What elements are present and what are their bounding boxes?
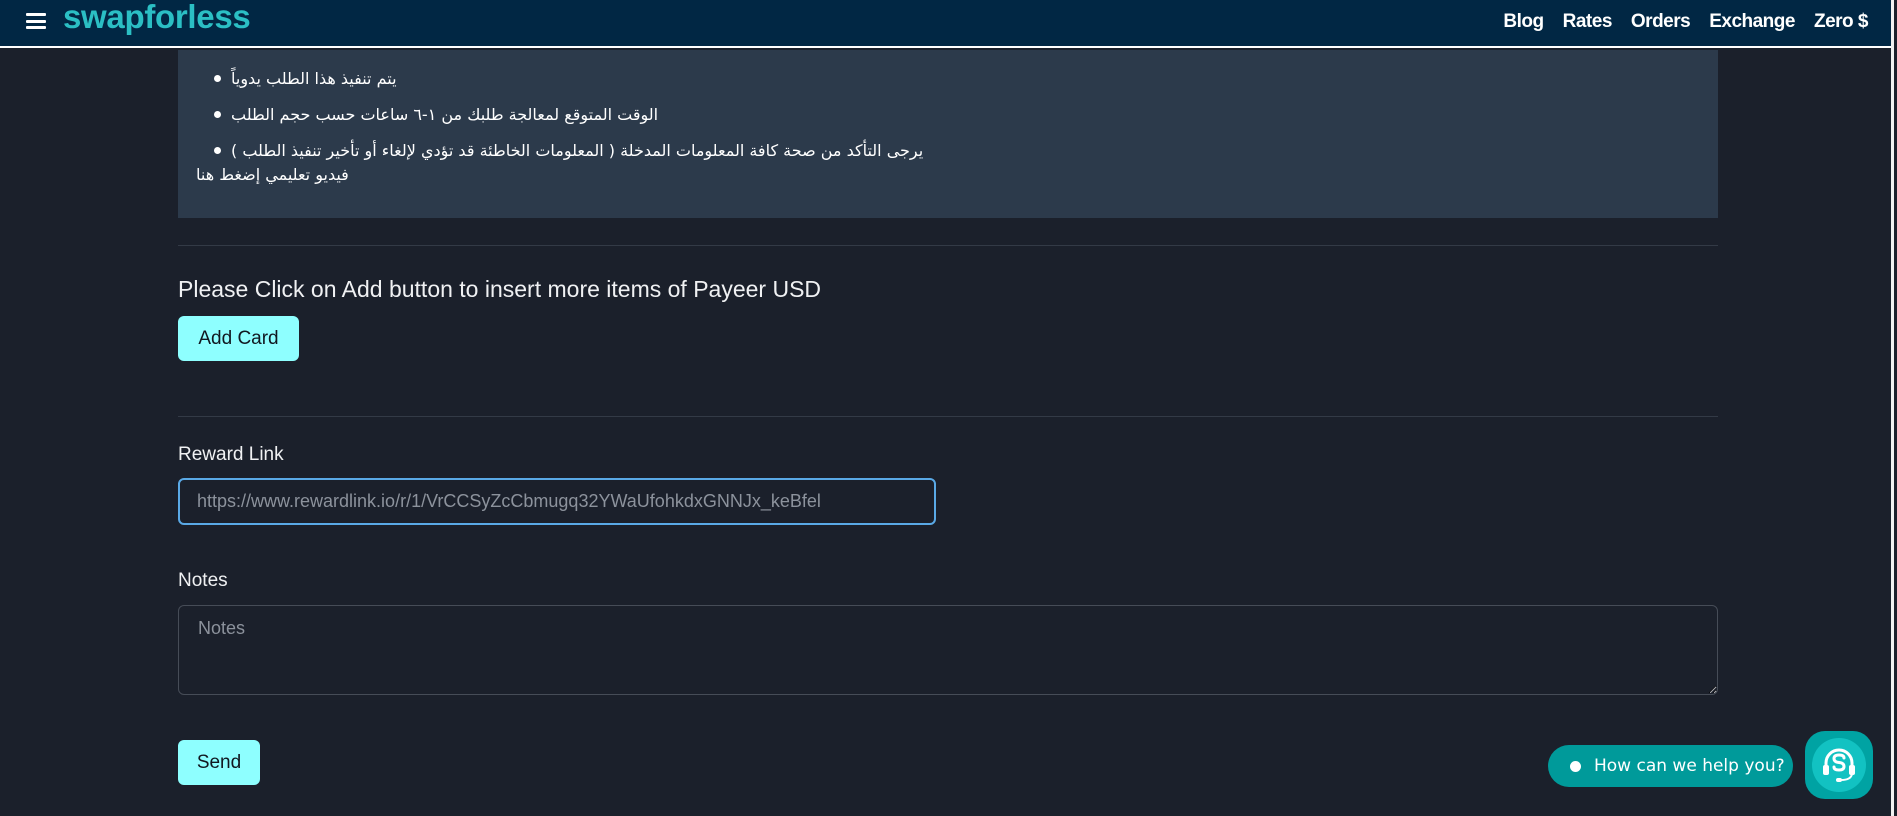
section-divider — [178, 416, 1718, 417]
chat-launcher-button[interactable] — [1805, 731, 1873, 799]
chat-prompt-text: How can we help you? — [1594, 756, 1785, 776]
hamburger-line — [26, 13, 46, 16]
top-navbar: swapforless Blog Rates Orders Exchange Z… — [0, 0, 1894, 48]
chat-prompt-bubble[interactable]: How can we help you? — [1548, 745, 1793, 787]
bullet-icon — [214, 110, 221, 118]
notes-label: Notes — [178, 570, 228, 591]
site-logo[interactable]: swapforless — [63, 0, 251, 36]
add-items-instruction: Please Click on Add button to insert mor… — [178, 276, 822, 302]
support-headset-icon — [1812, 738, 1866, 792]
nav-zero-dollar[interactable]: Zero $ — [1814, 11, 1869, 33]
bullet-icon — [214, 146, 221, 154]
order-info-box: يتم تنفيذ هذا الطلب يدوياً الوقت المتوقع… — [178, 50, 1718, 218]
hamburger-line — [26, 19, 46, 23]
info-item-text: الوقت المتوقع لمعالجة طلبك من ١-٦ ساعات … — [231, 104, 659, 124]
reward-link-input[interactable] — [178, 478, 936, 525]
page: swapforless Blog Rates Orders Exchange Z… — [0, 0, 1894, 816]
nav-exchange[interactable]: Exchange — [1709, 11, 1795, 33]
support-headset-svg — [1823, 748, 1855, 782]
info-item-text: يرجى التأكد من صحة كافة المعلومات المدخل… — [231, 140, 924, 160]
section-divider — [178, 245, 1718, 246]
hamburger-icon[interactable] — [26, 13, 46, 29]
main-nav: Blog Rates Orders Exchange Zero $ — [1503, 0, 1868, 44]
info-item: يتم تنفيذ هذا الطلب يدوياً — [214, 63, 397, 93]
info-item-text: يتم تنفيذ هذا الطلب يدوياً — [231, 68, 397, 88]
info-item: يرجى التأكد من صحة كافة المعلومات المدخل… — [214, 135, 923, 165]
page-scrollbar[interactable] — [1891, 0, 1894, 816]
send-button[interactable]: Send — [178, 740, 260, 785]
nav-rates[interactable]: Rates — [1563, 11, 1613, 33]
add-card-button[interactable]: Add Card — [178, 316, 299, 361]
online-dot-icon — [1570, 760, 1581, 772]
bullet-icon — [214, 74, 221, 82]
info-item: الوقت المتوقع لمعالجة طلبك من ١-٦ ساعات … — [214, 99, 658, 129]
nav-blog[interactable]: Blog — [1503, 11, 1544, 33]
tutorial-video-link[interactable]: فيديو تعليمي إضغط هنا — [196, 165, 349, 184]
notes-textarea[interactable] — [178, 605, 1718, 695]
reward-link-label: Reward Link — [178, 444, 284, 465]
nav-orders[interactable]: Orders — [1631, 11, 1691, 33]
hamburger-line — [26, 26, 46, 29]
